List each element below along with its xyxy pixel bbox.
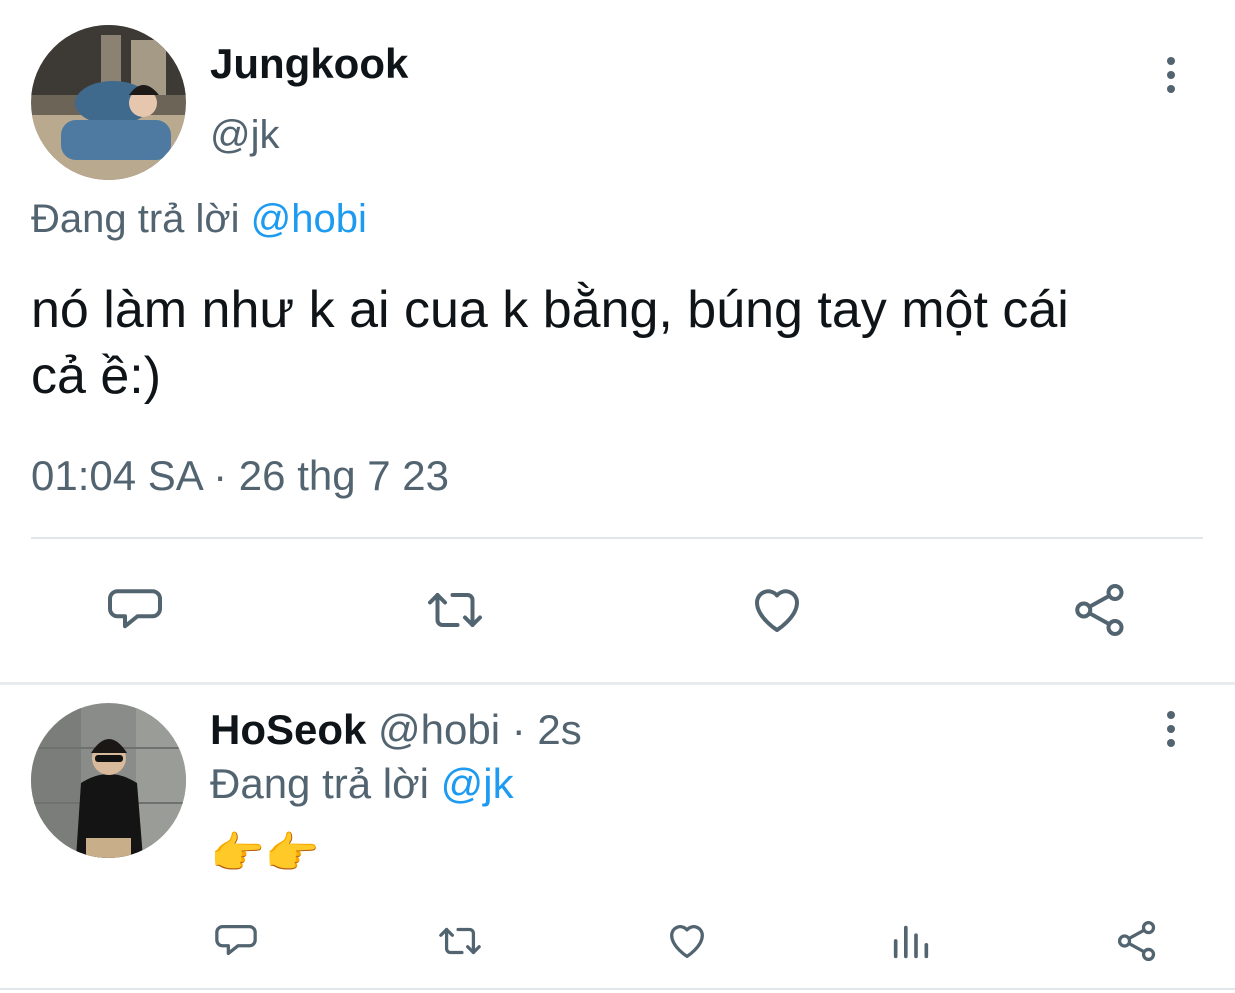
retweet-icon[interactable] xyxy=(422,580,488,640)
replying-prefix: Đang trả lời xyxy=(210,760,429,807)
reply-author-handle[interactable]: @hobi xyxy=(378,706,500,753)
tweet-text-line: nó làm như k ai cua k bằng, búng tay một… xyxy=(31,281,1069,339)
main-author-handle[interactable]: @jk xyxy=(210,113,280,158)
main-author-avatar[interactable] xyxy=(31,25,186,180)
reply-author-name[interactable]: HoSeok xyxy=(210,706,366,753)
like-icon[interactable] xyxy=(746,580,808,640)
replying-prefix: Đang trả lời xyxy=(31,197,240,241)
like-icon[interactable] xyxy=(663,918,711,964)
tweet-text-line: cả ề:) xyxy=(31,347,162,405)
main-author-name[interactable]: Jungkook xyxy=(210,40,408,88)
main-more-options-icon[interactable] xyxy=(1166,57,1176,93)
retweet-icon[interactable] xyxy=(434,918,486,964)
reply-replying-to: Đang trả lời @jk xyxy=(210,760,514,808)
reply-icon[interactable] xyxy=(105,580,165,640)
analytics-icon[interactable] xyxy=(888,918,934,964)
share-icon[interactable] xyxy=(1069,580,1131,640)
reply-more-options-icon[interactable] xyxy=(1166,711,1176,747)
reply-text: 👉👉 xyxy=(210,829,320,878)
replying-to-link[interactable]: @hobi xyxy=(251,197,367,241)
main-tweet-timestamp[interactable]: 01:04 SA · 26 thg 7 23 xyxy=(31,452,449,500)
reply-icon[interactable] xyxy=(213,918,259,964)
divider xyxy=(31,537,1203,539)
share-icon[interactable] xyxy=(1113,918,1161,964)
main-tweet-text: nó làm như k ai cua k bằng, búng tay một… xyxy=(31,277,1221,409)
section-divider xyxy=(0,682,1235,685)
reply-time[interactable]: · 2s xyxy=(512,706,582,753)
bottom-divider xyxy=(0,988,1235,990)
replying-to-link[interactable]: @jk xyxy=(441,760,514,807)
reply-author-avatar[interactable] xyxy=(31,703,186,858)
main-replying-to: Đang trả lời @hobi xyxy=(31,197,367,242)
reply-header: HoSeok @hobi · 2s xyxy=(210,706,582,754)
